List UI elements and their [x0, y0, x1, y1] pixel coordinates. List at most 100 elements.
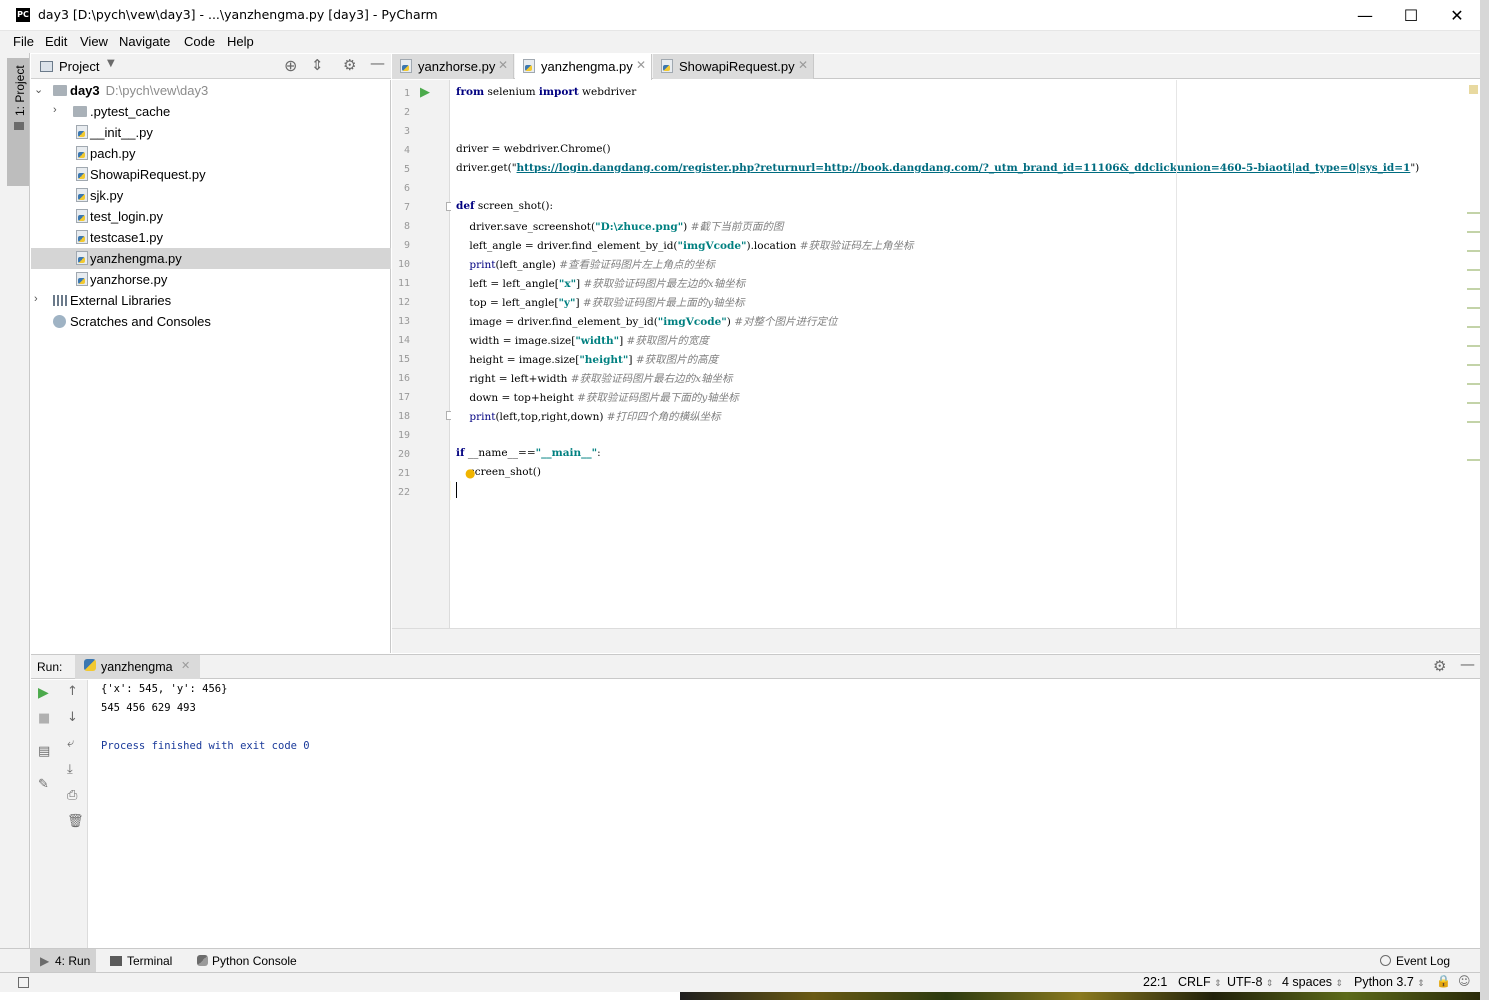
- code-editor[interactable]: from selenium import webdriver driver = …: [451, 80, 1480, 628]
- stop-icon[interactable]: ■: [38, 711, 50, 726]
- scroll-marker[interactable]: [1467, 288, 1480, 290]
- tree-root-day3[interactable]: ⌄ day3 D:\pych\vew\day3: [31, 80, 391, 101]
- project-panel-title[interactable]: Project: [59, 59, 99, 74]
- close-icon[interactable]: ✕: [181, 659, 190, 672]
- lightbulb-icon[interactable]: ●: [465, 466, 475, 480]
- chevron-down-icon[interactable]: ▼: [107, 58, 115, 69]
- trash-icon[interactable]: 🗑: [67, 814, 84, 829]
- locate-icon[interactable]: ⊕: [284, 56, 297, 75]
- scroll-marker[interactable]: [1467, 212, 1480, 214]
- tree-item-testcase1[interactable]: testcase1.py: [31, 227, 391, 248]
- scroll-marker[interactable]: [1467, 345, 1480, 347]
- tree-item-sjk[interactable]: sjk.py: [31, 185, 391, 206]
- pin-icon[interactable]: ✎: [38, 777, 49, 792]
- arrow-down-icon[interactable]: ↓: [67, 710, 78, 725]
- python-file-icon: [76, 125, 88, 139]
- menu-navigate[interactable]: Navigate: [119, 34, 170, 49]
- line-number: 4: [403, 145, 410, 156]
- scroll-marker[interactable]: [1467, 383, 1480, 385]
- tree-item-test-login[interactable]: test_login.py: [31, 206, 391, 227]
- soft-wrap-icon[interactable]: ⤶: [67, 736, 74, 751]
- menu-edit[interactable]: Edit: [45, 34, 67, 49]
- close-icon[interactable]: ✕: [798, 58, 808, 72]
- tab-showapirequest[interactable]: ShowapiRequest.py ✕: [653, 54, 814, 79]
- scroll-marker[interactable]: [1467, 459, 1480, 461]
- collapse-all-icon[interactable]: ⇕: [311, 56, 324, 74]
- tab-label: yanzhorse.py: [418, 59, 496, 74]
- code-line-18: print(left,top,right,down) #打印四个角的横纵坐标: [456, 411, 721, 423]
- menu-file[interactable]: File: [13, 34, 34, 49]
- print-icon[interactable]: ⎙: [67, 788, 77, 803]
- caret-position[interactable]: 22:1: [1143, 975, 1167, 989]
- file-encoding[interactable]: UTF-8 ⇕: [1227, 975, 1273, 989]
- chevron-updown-icon: ⇕: [1214, 978, 1222, 988]
- tree-item-scratches[interactable]: Scratches and Consoles: [31, 311, 391, 332]
- arrow-up-icon[interactable]: ↑: [67, 684, 78, 699]
- menu-code[interactable]: Code: [184, 34, 215, 49]
- run-tab-yanzhengma[interactable]: yanzhengma ✕: [75, 655, 200, 679]
- tree-item-yanzhengma[interactable]: yanzhengma.py: [31, 248, 391, 269]
- tab-terminal[interactable]: Terminal: [104, 949, 184, 973]
- close-window-button[interactable]: ✕: [1434, 0, 1480, 31]
- scroll-to-end-icon[interactable]: ⤓: [67, 762, 73, 777]
- run-console-output[interactable]: {'x': 545, 'y': 456} 545 456 629 493 Pro…: [89, 680, 1480, 948]
- run-icon[interactable]: ▶: [420, 85, 430, 100]
- minimize-button[interactable]: —: [1342, 0, 1388, 31]
- run-panel-header: Run: yanzhengma ✕ ⚙ —: [31, 654, 1480, 679]
- gear-icon[interactable]: ⚙: [343, 56, 356, 74]
- tab-run[interactable]: ▶ 4: Run: [30, 949, 96, 973]
- code-line-14: width = image.size["width"] #获取图片的宽度: [456, 335, 709, 347]
- tab-yanzhorse[interactable]: yanzhorse.py ✕: [392, 54, 514, 79]
- tree-item-label: pach.py: [90, 146, 136, 161]
- python-interpreter[interactable]: Python 3.7 ⇕: [1354, 975, 1425, 989]
- line-number: 5: [403, 164, 410, 175]
- chevron-down-icon[interactable]: ⌄: [34, 83, 43, 96]
- tab-python-console[interactable]: Python Console: [192, 949, 307, 973]
- scroll-marker[interactable]: [1467, 421, 1480, 423]
- tab-yanzhengma[interactable]: yanzhengma.py ✕: [515, 54, 652, 80]
- inspector-icon[interactable]: ☺: [1458, 974, 1471, 988]
- tree-item-label: yanzhorse.py: [90, 272, 168, 287]
- python-file-icon: [400, 59, 412, 73]
- tool-windows-icon[interactable]: [18, 977, 29, 988]
- layout-icon[interactable]: ▤: [38, 744, 50, 759]
- tree-item-init[interactable]: __init__.py: [31, 122, 391, 143]
- code-line-11: left = left_angle["x"] #获取验证码图片最左边的x轴坐标: [456, 278, 746, 290]
- editor-horizontal-scrollbar[interactable]: [392, 628, 1480, 653]
- project-view-icon: [40, 61, 53, 72]
- scroll-marker[interactable]: [1467, 231, 1480, 233]
- project-tool-label: 1: Project: [13, 65, 27, 116]
- tree-item-showapirequest[interactable]: ShowapiRequest.py: [31, 164, 391, 185]
- scroll-marker[interactable]: [1467, 250, 1480, 252]
- indent-setting[interactable]: 4 spaces ⇕: [1282, 975, 1343, 989]
- project-tool-tab[interactable]: 1: Project: [7, 58, 29, 186]
- scroll-marker[interactable]: [1467, 326, 1480, 328]
- menu-help[interactable]: Help: [227, 34, 254, 49]
- line-separator[interactable]: CRLF ⇕: [1178, 975, 1222, 989]
- tree-item-pach[interactable]: pach.py: [31, 143, 391, 164]
- close-icon[interactable]: ✕: [498, 58, 508, 72]
- close-icon[interactable]: ✕: [636, 58, 646, 72]
- lock-icon[interactable]: 🔒: [1436, 974, 1451, 988]
- hide-panel-icon[interactable]: —: [370, 54, 385, 72]
- hide-panel-icon[interactable]: —: [1460, 655, 1475, 673]
- code-line-12: top = left_angle["y"] #获取验证码图片最上面的y轴坐标: [456, 297, 745, 309]
- scroll-marker[interactable]: [1467, 307, 1480, 309]
- scroll-marker[interactable]: [1467, 269, 1480, 271]
- tree-item-external-libraries[interactable]: › External Libraries: [31, 290, 391, 311]
- menu-view[interactable]: View: [80, 34, 108, 49]
- event-log-button[interactable]: Event Log: [1378, 949, 1458, 973]
- gear-icon[interactable]: ⚙: [1433, 657, 1446, 675]
- tree-item-yanzhorse[interactable]: yanzhorse.py: [31, 269, 391, 290]
- scroll-marker[interactable]: [1467, 402, 1480, 404]
- line-number: 10: [397, 259, 410, 270]
- inspection-status-icon[interactable]: [1469, 85, 1478, 94]
- scroll-marker[interactable]: [1467, 364, 1480, 366]
- line-number: 19: [397, 430, 410, 441]
- python-file-icon: [523, 59, 535, 73]
- rerun-icon[interactable]: ▶: [38, 685, 49, 701]
- chevron-right-icon[interactable]: ›: [34, 293, 38, 305]
- maximize-button[interactable]: ☐: [1388, 0, 1434, 31]
- tree-item-pytest-cache[interactable]: › .pytest_cache: [31, 101, 391, 122]
- chevron-right-icon[interactable]: ›: [53, 104, 57, 116]
